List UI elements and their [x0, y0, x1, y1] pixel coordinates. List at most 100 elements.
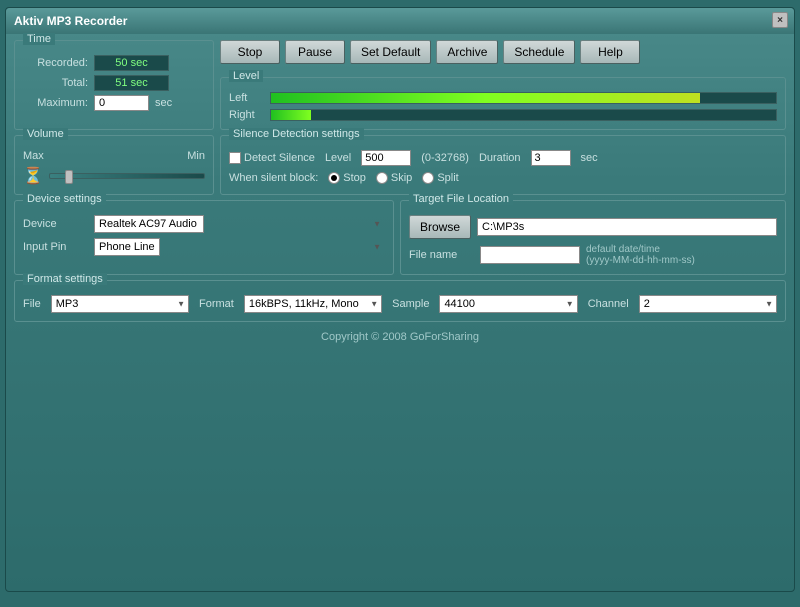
duration-text: Duration [479, 152, 521, 164]
skip-radio[interactable] [376, 172, 388, 184]
archive-button[interactable]: Archive [436, 40, 498, 64]
maximum-input[interactable] [94, 95, 149, 111]
stop-radio[interactable] [328, 172, 340, 184]
sample-label: Sample [392, 298, 429, 310]
file-select[interactable]: MP3 [51, 295, 189, 313]
split-radio-label[interactable]: Split [422, 172, 458, 184]
total-label: Total: [23, 77, 88, 89]
level-group-label: Level [229, 70, 263, 82]
level-right-row: Right [229, 109, 777, 121]
silence-bottom-row: When silent block: Stop Skip Split [229, 172, 777, 184]
footer-text: Copyright © 2008 GoForSharing [321, 331, 479, 343]
browse-button[interactable]: Browse [409, 215, 471, 239]
right-level-fill [271, 110, 311, 120]
device-settings-label: Device settings [23, 193, 106, 205]
file-select-wrapper: MP3 [51, 295, 189, 313]
main-content: Time Recorded: 50 sec Total: 51 sec Maxi… [6, 34, 794, 591]
level-left-row: Left [229, 92, 777, 104]
stop-button[interactable]: Stop [220, 40, 280, 64]
pause-button[interactable]: Pause [285, 40, 345, 64]
format-hint: (yyyy-MM-dd-hh-mm-ss) [586, 255, 695, 266]
filename-input[interactable] [480, 246, 580, 264]
input-pin-label: Input Pin [23, 241, 88, 253]
buttons-row: Stop Pause Set Default Archive Schedule … [220, 40, 786, 64]
file-label: File [23, 298, 41, 310]
recorded-row: Recorded: 50 sec [23, 55, 205, 71]
detect-silence-checkbox[interactable] [229, 152, 241, 164]
device-row: Device Realtek AC97 Audio [23, 215, 385, 233]
third-row: Device settings Device Realtek AC97 Audi… [14, 200, 786, 275]
detect-silence-label[interactable]: Detect Silence [229, 152, 315, 164]
time-group-label: Time [23, 33, 55, 45]
volume-group: Volume Max Min ⏳ [14, 135, 214, 195]
duration-input[interactable] [531, 150, 571, 166]
time-group: Time Recorded: 50 sec Total: 51 sec Maxi… [14, 40, 214, 130]
target-file-label: Target File Location [409, 193, 513, 205]
default-text: default date/time [586, 244, 695, 255]
footer: Copyright © 2008 GoForSharing [14, 327, 786, 345]
volume-max-label: Max [23, 150, 44, 162]
top-row: Time Recorded: 50 sec Total: 51 sec Maxi… [14, 40, 786, 130]
sample-select[interactable]: 44100 [439, 295, 577, 313]
input-pin-row: Input Pin Phone Line [23, 238, 385, 256]
format-settings-group: Format settings File MP3 Format 16kBPS, … [14, 280, 786, 322]
volume-labels: Max Min [23, 150, 205, 162]
path-input[interactable] [477, 218, 777, 236]
device-settings-group: Device settings Device Realtek AC97 Audi… [14, 200, 394, 275]
device-select[interactable]: Realtek AC97 Audio [94, 215, 204, 233]
when-silent-text: When silent block: [229, 172, 318, 184]
silence-top-row: Detect Silence Level (0-32768) Duration … [229, 150, 777, 166]
channel-select-wrapper: 2 [639, 295, 777, 313]
stop-radio-label[interactable]: Stop [328, 172, 366, 184]
left-level-bar [270, 92, 777, 104]
filename-label: File name [409, 249, 474, 261]
stop-radio-text: Stop [343, 172, 366, 184]
volume-slider-container: ⏳ [23, 166, 205, 186]
format-select-wrapper: 16kBPS, 11kHz, Mono [244, 295, 382, 313]
volume-min-label: Min [187, 150, 205, 162]
volume-group-label: Volume [23, 128, 68, 140]
format-select[interactable]: 16kBPS, 11kHz, Mono [244, 295, 382, 313]
silence-detection-label: Silence Detection settings [229, 128, 364, 140]
target-row2: File name default date/time (yyyy-MM-dd-… [409, 244, 777, 266]
second-row: Volume Max Min ⏳ Silence Detect [14, 135, 786, 195]
help-button[interactable]: Help [580, 40, 640, 64]
window-title: Aktiv MP3 Recorder [14, 14, 127, 28]
level-section: Left Right [229, 92, 777, 121]
volume-inner: Max Min ⏳ [23, 150, 205, 186]
recorded-label: Recorded: [23, 57, 88, 69]
default-info: default date/time (yyyy-MM-dd-hh-mm-ss) [586, 244, 695, 266]
left-label: Left [229, 92, 264, 104]
level-group: Level Left Right [220, 77, 786, 130]
format-settings-label: Format settings [23, 273, 107, 285]
volume-slider-thumb[interactable] [65, 170, 73, 184]
channel-select[interactable]: 2 [639, 295, 777, 313]
channel-label: Channel [588, 298, 629, 310]
skip-radio-label[interactable]: Skip [376, 172, 412, 184]
device-label: Device [23, 218, 88, 230]
maximum-unit: sec [155, 97, 172, 109]
split-radio[interactable] [422, 172, 434, 184]
format-row: File MP3 Format 16kBPS, 11kHz, Mono Samp… [23, 295, 777, 313]
maximum-label: Maximum: [23, 97, 88, 109]
title-bar: Aktiv MP3 Recorder × [6, 8, 794, 34]
skip-radio-text: Skip [391, 172, 412, 184]
right-level-bar [270, 109, 777, 121]
input-pin-select[interactable]: Phone Line [94, 238, 160, 256]
silence-level-input[interactable] [361, 150, 411, 166]
target-row1: Browse [409, 215, 777, 239]
schedule-button[interactable]: Schedule [503, 40, 575, 64]
detect-silence-text: Detect Silence [244, 152, 315, 164]
level-text: Level [325, 152, 351, 164]
maximum-row: Maximum: sec [23, 95, 205, 111]
split-radio-text: Split [437, 172, 458, 184]
volume-slider-track[interactable] [49, 173, 205, 179]
set-default-button[interactable]: Set Default [350, 40, 431, 64]
right-label: Right [229, 109, 264, 121]
device-select-wrapper: Realtek AC97 Audio [94, 215, 385, 233]
close-button[interactable]: × [772, 12, 788, 28]
total-value: 51 sec [94, 75, 169, 91]
duration-unit: sec [581, 152, 598, 164]
target-file-group: Target File Location Browse File name de… [400, 200, 786, 275]
left-level-fill [271, 93, 700, 103]
